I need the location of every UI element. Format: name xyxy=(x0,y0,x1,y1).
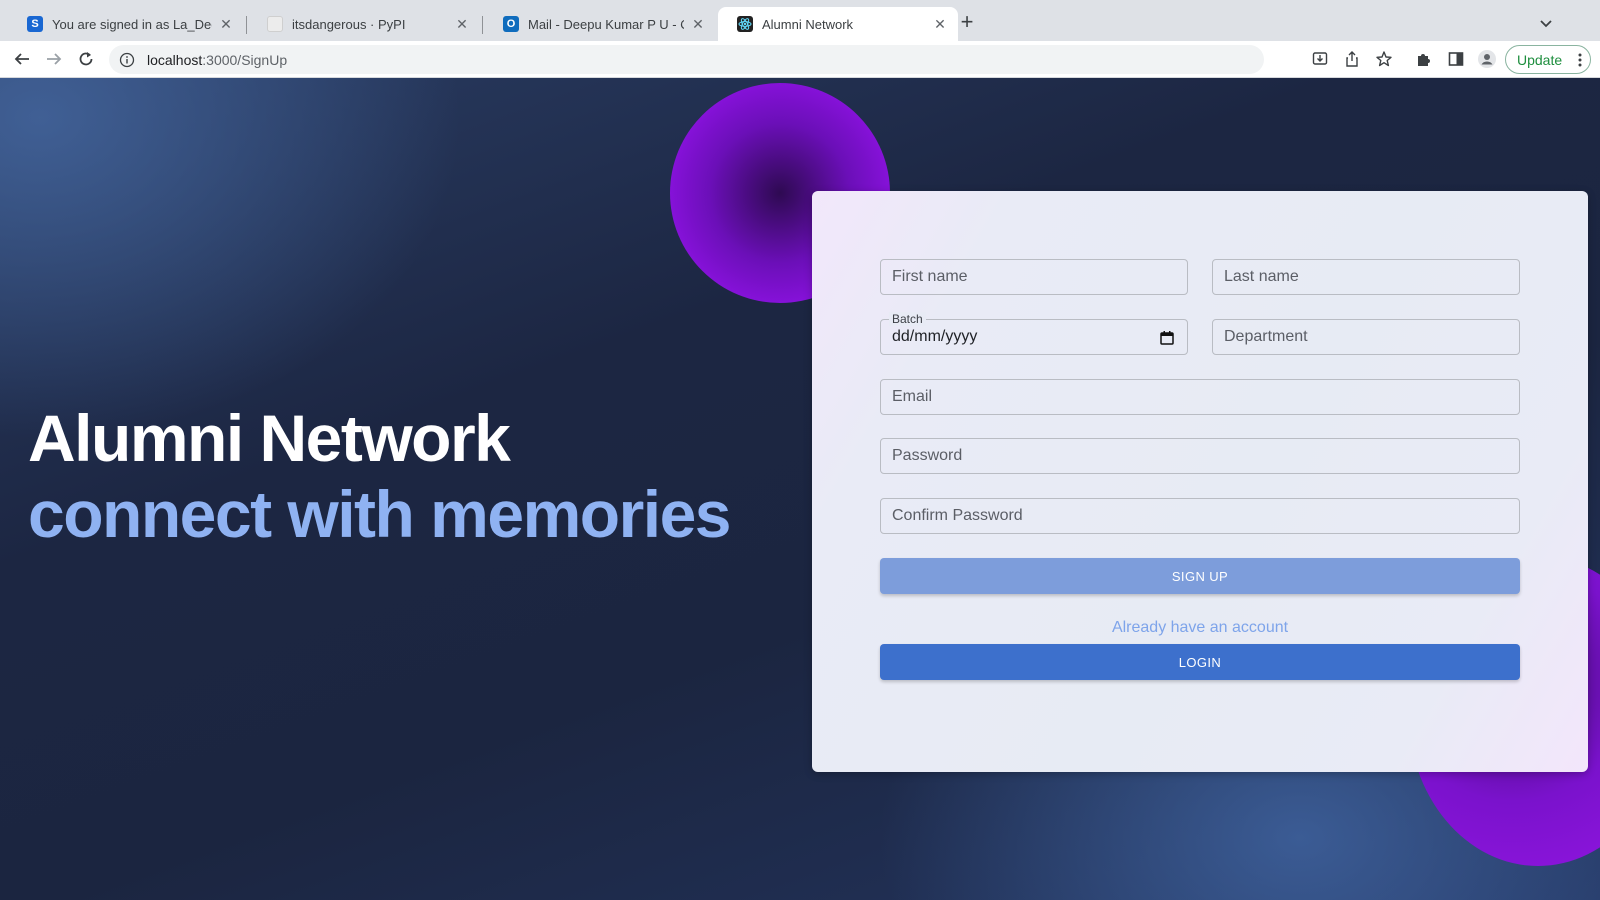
tab-separator xyxy=(482,16,483,34)
email-placeholder: Email xyxy=(892,388,933,405)
last-name-field[interactable]: Last name xyxy=(1212,259,1520,295)
batch-date-value: dd/mm/yyyy xyxy=(892,328,978,345)
already-have-account-link[interactable]: Already have an account xyxy=(880,619,1520,637)
close-icon[interactable]: ✕ xyxy=(454,16,470,33)
signup-button[interactable]: SIGN UP xyxy=(880,558,1520,594)
tab-title: Mail - Deepu Kumar P U - Outlo xyxy=(528,16,684,32)
url-host: localhost xyxy=(147,51,203,68)
login-button[interactable]: LOGIN xyxy=(880,644,1520,680)
email-field[interactable]: Email xyxy=(880,379,1520,415)
tab-separator xyxy=(246,16,247,34)
url-path: :3000/SignUp xyxy=(202,51,288,68)
page-content: Alumni Network connect with memories Fir… xyxy=(0,78,1600,900)
browser-tab-bar: S You are signed in as La_Deepu ✕ itsdan… xyxy=(0,0,1600,41)
calendar-icon[interactable] xyxy=(1159,330,1175,346)
profile-avatar-icon[interactable] xyxy=(1477,49,1497,69)
password-field[interactable]: Password xyxy=(880,438,1520,474)
outlook-favicon-icon: O xyxy=(503,16,519,32)
tab-pypi[interactable]: itsdangerous · PyPI ✕ xyxy=(248,7,480,41)
department-placeholder: Department xyxy=(1224,328,1308,345)
login-button-label: LOGIN xyxy=(1178,654,1222,670)
tab-title: Alumni Network xyxy=(762,16,854,32)
batch-label: Batch xyxy=(889,312,926,326)
confirm-password-field[interactable]: Confirm Password xyxy=(880,498,1520,534)
extensions-puzzle-icon[interactable] xyxy=(1414,49,1434,69)
pypi-favicon-icon xyxy=(267,16,283,32)
batch-date-field[interactable]: Batch dd/mm/yyyy xyxy=(880,312,1188,355)
react-favicon-icon xyxy=(737,16,753,32)
signup-button-label: SIGN UP xyxy=(1171,568,1229,584)
install-app-icon[interactable] xyxy=(1310,49,1330,69)
tab-title: itsdangerous · PyPI xyxy=(292,16,406,32)
update-label: Update xyxy=(1517,51,1563,68)
hero-title: Alumni Network xyxy=(28,401,511,475)
close-icon[interactable]: ✕ xyxy=(218,16,234,33)
forward-arrow-icon[interactable] xyxy=(44,49,64,69)
tab-alumni-network[interactable]: Alumni Network ✕ xyxy=(718,7,958,41)
close-icon[interactable]: ✕ xyxy=(932,16,948,33)
password-placeholder: Password xyxy=(892,447,963,464)
update-button[interactable]: Update xyxy=(1505,45,1591,74)
more-menu-icon[interactable] xyxy=(1578,52,1582,68)
reload-icon[interactable] xyxy=(76,49,96,69)
close-icon[interactable]: ✕ xyxy=(690,16,706,33)
share-icon[interactable] xyxy=(1342,49,1362,69)
last-name-placeholder: Last name xyxy=(1224,268,1299,285)
address-bar[interactable]: localhost:3000/SignUp xyxy=(109,45,1264,74)
bookmark-star-icon[interactable] xyxy=(1374,49,1394,69)
first-name-placeholder: First name xyxy=(892,268,968,285)
back-arrow-icon[interactable] xyxy=(12,49,32,69)
first-name-field[interactable]: First name xyxy=(880,259,1188,295)
side-panel-icon[interactable] xyxy=(1446,49,1466,69)
tab-mail[interactable]: O Mail - Deepu Kumar P U - Outlo ✕ xyxy=(484,7,716,41)
browser-toolbar: localhost:3000/SignUp Update xyxy=(0,41,1600,78)
tab-title: You are signed in as La_Deepu xyxy=(52,16,212,32)
url-text: localhost:3000/SignUp xyxy=(147,52,287,68)
stack-favicon-icon: S xyxy=(27,16,43,32)
new-tab-plus-icon[interactable]: + xyxy=(956,11,978,34)
confirm-password-placeholder: Confirm Password xyxy=(892,507,1023,524)
department-field[interactable]: Department xyxy=(1212,319,1520,355)
tab-signed-in[interactable]: S You are signed in as La_Deepu ✕ xyxy=(8,7,244,41)
hero-subtitle: connect with memories xyxy=(28,477,732,551)
tab-search-chevron-icon[interactable] xyxy=(1536,13,1556,33)
site-info-icon[interactable] xyxy=(119,52,135,68)
